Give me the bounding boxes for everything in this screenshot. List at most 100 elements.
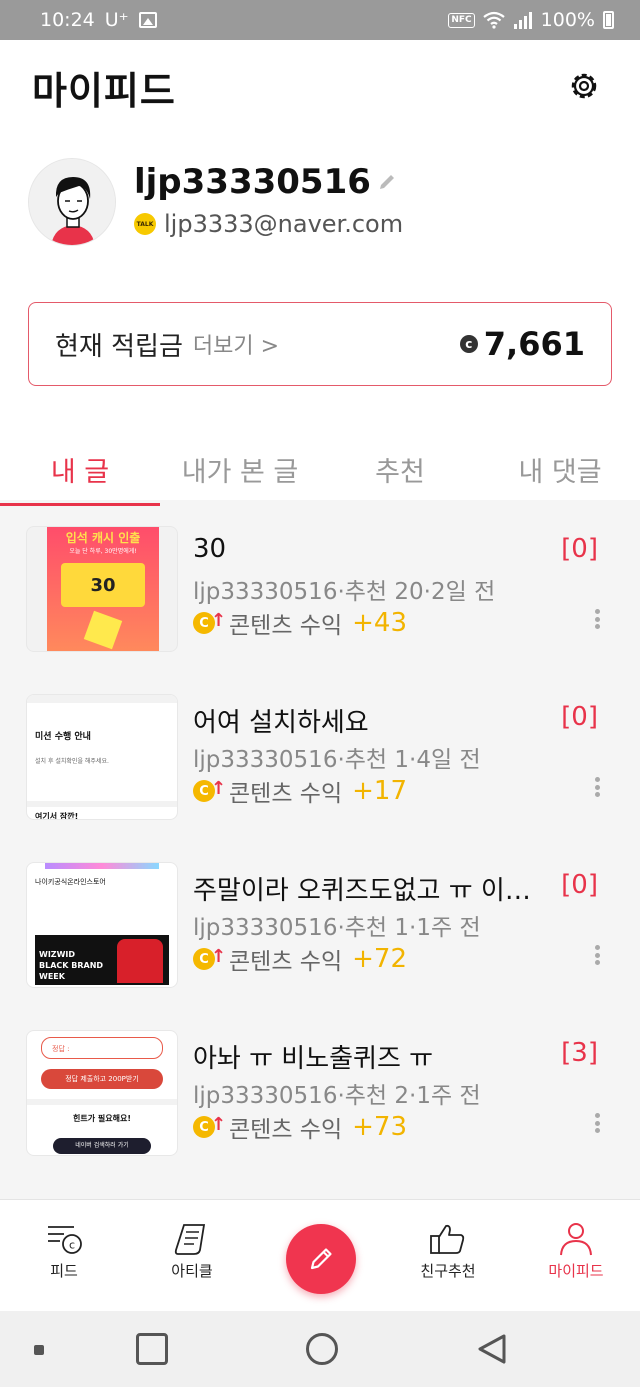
thumb-submit-button: 정답 제출하고 200P받기 xyxy=(41,1069,163,1089)
nav-my-feed-label: 마이피드 xyxy=(548,1262,604,1280)
earnings-up-icon: C ↑ xyxy=(193,1114,226,1140)
edit-pencil-icon[interactable] xyxy=(377,172,397,192)
post-title[interactable]: 30 xyxy=(193,534,563,564)
earnings-value: +72 xyxy=(352,944,407,974)
more-options-icon[interactable] xyxy=(592,774,602,800)
post-meta: ljp33330516·추천 2·1주 전 xyxy=(193,1083,481,1109)
svg-text:c: c xyxy=(69,1239,75,1252)
earnings-value: +73 xyxy=(352,1112,407,1142)
post-author: ljp33330516 xyxy=(193,579,338,605)
signal-icon xyxy=(513,12,532,29)
system-nav-bar xyxy=(0,1311,640,1387)
thumb-banner-text: 입석 캐시 인출 xyxy=(65,531,141,545)
post-author: ljp33330516 xyxy=(193,747,338,773)
more-options-icon[interactable] xyxy=(592,1110,602,1136)
avatar-illustration-icon xyxy=(29,159,115,245)
system-back-icon[interactable] xyxy=(476,1333,508,1365)
post-recommend: 추천 2 xyxy=(344,1083,410,1109)
post-title[interactable]: 어여 설치하세요 xyxy=(193,702,563,739)
nav-my-feed[interactable]: 마이피드 xyxy=(526,1222,626,1281)
kakao-talk-icon: TALK xyxy=(134,213,156,235)
post-thumbnail: 나이키공식온라인스토어 WIZWID BLACK BRAND WEEK xyxy=(26,862,178,988)
thumb-coupon-value: 30 xyxy=(90,574,116,596)
thumb-footer-text: 여기서 잠깐! xyxy=(35,812,79,820)
nfc-icon: NFC xyxy=(448,12,475,28)
nav-friend-recommend-label: 친구추천 xyxy=(420,1262,476,1280)
more-options-icon[interactable] xyxy=(592,942,602,968)
post-time: 2일 전 xyxy=(430,579,496,605)
points-more-link[interactable]: 더보기 > xyxy=(193,328,279,360)
pencil-icon xyxy=(310,1248,332,1270)
post-thumbnail: 미션 수행 안내 설치 후 설치확인을 해주세요. 여기서 잠깐! xyxy=(26,694,178,820)
nav-feed-label: 피드 xyxy=(50,1262,78,1280)
settings-gear-icon[interactable] xyxy=(566,68,602,104)
article-icon xyxy=(174,1224,206,1255)
post-meta: ljp33330516·추천 1·4일 전 xyxy=(193,747,481,773)
post-thumbnail: 입석 캐시 인출 오늘 단 하루, 30만명에게! 30 xyxy=(26,526,178,652)
earnings-value: +43 xyxy=(352,608,407,638)
comment-count: [0] xyxy=(561,534,598,564)
tab-my-comments[interactable]: 내 댓글 xyxy=(480,440,640,506)
thumb-hint-text: 힌트가 필요해요! xyxy=(73,1114,131,1123)
earnings-up-icon: C ↑ xyxy=(193,946,226,972)
post-time: 1주 전 xyxy=(416,915,481,941)
thumb-heading: 미션 수행 안내 xyxy=(35,732,91,742)
carrier-label: U⁺ xyxy=(104,9,129,31)
post-title[interactable]: 아놔 ㅠ 비노출퀴즈 ㅠ xyxy=(193,1038,563,1075)
post-recommend: 추천 20 xyxy=(344,579,424,605)
avatar[interactable] xyxy=(28,158,116,246)
post-meta: ljp33330516·추천 20·2일 전 xyxy=(193,579,496,605)
person-icon xyxy=(560,1223,592,1256)
email: ljp3333@naver.com xyxy=(164,210,404,238)
post-recommend: 추천 1 xyxy=(344,915,410,941)
coin-icon: c xyxy=(459,335,478,353)
post-title[interactable]: 주말이라 오퀴즈도없고 ㅠ 이… xyxy=(193,870,563,907)
tab-my-posts[interactable]: 내 글 xyxy=(0,440,160,506)
nav-feed[interactable]: c 피드 xyxy=(14,1222,114,1281)
thumb-sub-text: 오늘 단 하루, 30만명에게! xyxy=(69,548,137,555)
list-item[interactable]: 나이키공식온라인스토어 WIZWID BLACK BRAND WEEK 주말이라… xyxy=(0,842,640,1010)
post-author: ljp33330516 xyxy=(193,915,338,941)
points-label: 현재 적립금 xyxy=(55,331,183,362)
comment-count: [0] xyxy=(561,702,598,732)
post-recommend: 추천 1 xyxy=(344,747,410,773)
points-box[interactable]: 현재 적립금 더보기 > c 7,661 xyxy=(28,302,612,386)
status-time: 10:24 xyxy=(40,9,95,31)
profile-header: 마이피드 ljp33330516 TALK ljp3333@naver.com xyxy=(0,40,640,506)
list-item[interactable]: 미션 수행 안내 설치 후 설치확인을 해주세요. 여기서 잠깐! 어여 설치하… xyxy=(0,674,640,842)
list-item[interactable]: 입석 캐시 인출 오늘 단 하루, 30만명에게! 30 30 [0] ljp3… xyxy=(0,506,640,674)
page-title: 마이피드 xyxy=(32,69,176,113)
earnings-label: 콘텐츠 수익 xyxy=(229,949,343,975)
earnings-label: 콘텐츠 수익 xyxy=(229,613,343,639)
thumbs-up-icon xyxy=(430,1224,465,1254)
system-overview-icon[interactable] xyxy=(136,1333,168,1365)
nav-article[interactable]: 아티클 xyxy=(142,1222,242,1281)
bottom-nav: c 피드 아티클 친구추천 마이피드 xyxy=(0,1199,640,1311)
post-time: 4일 전 xyxy=(416,747,481,773)
system-recents-dot-icon[interactable] xyxy=(34,1345,44,1355)
tab-recommended[interactable]: 추천 xyxy=(320,440,480,506)
screen: 10:24 U⁺ NFC 100% 마이피드 ljp33330516 TALK … xyxy=(0,0,640,1387)
comment-count: [0] xyxy=(561,870,598,900)
more-options-icon[interactable] xyxy=(592,606,602,632)
list-item[interactable]: 정답 : 정답 제출하고 200P받기 힌트가 필요해요! 네이버 검색하러 가… xyxy=(0,1010,640,1178)
feed-icon: c xyxy=(48,1226,82,1254)
thumb-store-title: 나이키공식온라인스토어 xyxy=(35,878,106,886)
system-home-icon[interactable] xyxy=(306,1333,338,1365)
nav-article-label: 아티클 xyxy=(171,1262,213,1280)
thumb-answer-input: 정답 : xyxy=(41,1037,163,1059)
post-thumbnail: 정답 : 정답 제출하고 200P받기 힌트가 필요해요! 네이버 검색하러 가… xyxy=(26,1030,178,1156)
nav-friend-recommend[interactable]: 친구추천 xyxy=(398,1222,498,1281)
write-post-button[interactable] xyxy=(286,1224,356,1294)
comment-count: [3] xyxy=(561,1038,598,1068)
image-notification-icon xyxy=(138,12,157,28)
wifi-icon xyxy=(482,11,505,29)
earnings-up-icon: C ↑ xyxy=(193,610,226,636)
tab-viewed-posts[interactable]: 내가 본 글 xyxy=(160,440,320,506)
tab-bar: 내 글 내가 본 글 추천 내 댓글 xyxy=(0,440,640,506)
battery-icon xyxy=(603,11,614,29)
earnings-value: +17 xyxy=(352,776,407,806)
post-meta: ljp33330516·추천 1·1주 전 xyxy=(193,915,481,941)
username: ljp33330516 xyxy=(134,162,371,202)
earnings-label: 콘텐츠 수익 xyxy=(229,781,343,807)
